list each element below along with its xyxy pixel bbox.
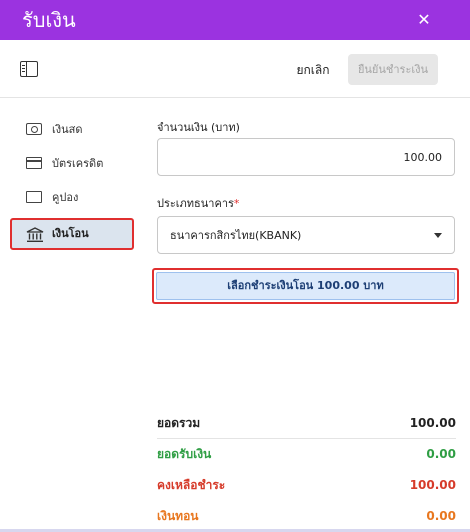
bank-type-select[interactable]: ธนาคารกสิกรไทย(KBANK) [157, 216, 455, 254]
sidebar-item-coupon[interactable]: คูปอง [10, 182, 134, 214]
total-value: 100.00 [409, 416, 456, 430]
required-mark: * [233, 197, 240, 210]
summary-total-row: ยอดรวม 100.00 [157, 413, 456, 433]
sidebar-item-label: เงินโอน [52, 227, 89, 240]
cash-icon [26, 123, 42, 135]
sidebar-toggle-icon[interactable] [20, 61, 38, 77]
dialog-header: รับเงิน ✕ [0, 0, 470, 40]
select-bank-transfer-button[interactable]: เลือกชำระเงินโอน 100.00 บาท [152, 268, 459, 304]
received-label: ยอดรับเงิน [157, 447, 212, 461]
cancel-button[interactable]: ยกเลิก [286, 56, 340, 84]
amount-label: จำนวนเงิน (บาท) [157, 121, 240, 134]
sidebar-item-label: คูปอง [52, 191, 79, 204]
summary-divider [157, 438, 456, 439]
credit-card-icon [26, 157, 42, 169]
summary-received-row: ยอดรับเงิน 0.00 [157, 444, 456, 464]
close-icon: ✕ [417, 10, 431, 29]
change-value: 0.00 [426, 509, 456, 523]
sidebar-item-label: เงินสด [52, 123, 83, 136]
chevron-down-icon [434, 233, 442, 238]
bank-icon [26, 227, 44, 243]
toolbar: ยกเลิก ยืนยันชำระเงิน [0, 40, 470, 98]
bank-type-label: ประเภทธนาคาร* [157, 197, 239, 211]
amount-input[interactable] [157, 138, 455, 176]
select-bank-transfer-button-label: เลือกชำระเงินโอน 100.00 บาท [156, 272, 455, 300]
close-button[interactable]: ✕ [412, 8, 436, 32]
received-value: 0.00 [426, 447, 456, 461]
remaining-label: คงเหลือชำระ [157, 478, 226, 492]
bank-type-label-text: ประเภทธนาคาร [157, 197, 234, 210]
coupon-icon [26, 191, 42, 203]
total-label: ยอดรวม [157, 416, 201, 430]
sidebar-item-label: บัตรเครดิต [52, 157, 104, 170]
sidebar-item-credit-card[interactable]: บัตรเครดิต [10, 148, 134, 180]
sidebar-item-bank-transfer[interactable]: เงินโอน [10, 218, 134, 250]
dialog-title: รับเงิน [22, 8, 76, 32]
remaining-value: 100.00 [409, 478, 456, 492]
summary-remaining-row: คงเหลือชำระ 100.00 [157, 475, 456, 495]
confirm-payment-button[interactable]: ยืนยันชำระเงิน [348, 54, 438, 85]
change-label: เงินทอน [157, 509, 199, 523]
sidebar-item-cash[interactable]: เงินสด [10, 114, 134, 146]
payment-method-sidebar: เงินสด บัตรเครดิต คูปอง เงินโอน [0, 98, 140, 298]
summary-change-row: เงินทอน 0.00 [157, 506, 456, 526]
bank-type-selected-value: ธนาคารกสิกรไทย(KBANK) [170, 229, 302, 242]
